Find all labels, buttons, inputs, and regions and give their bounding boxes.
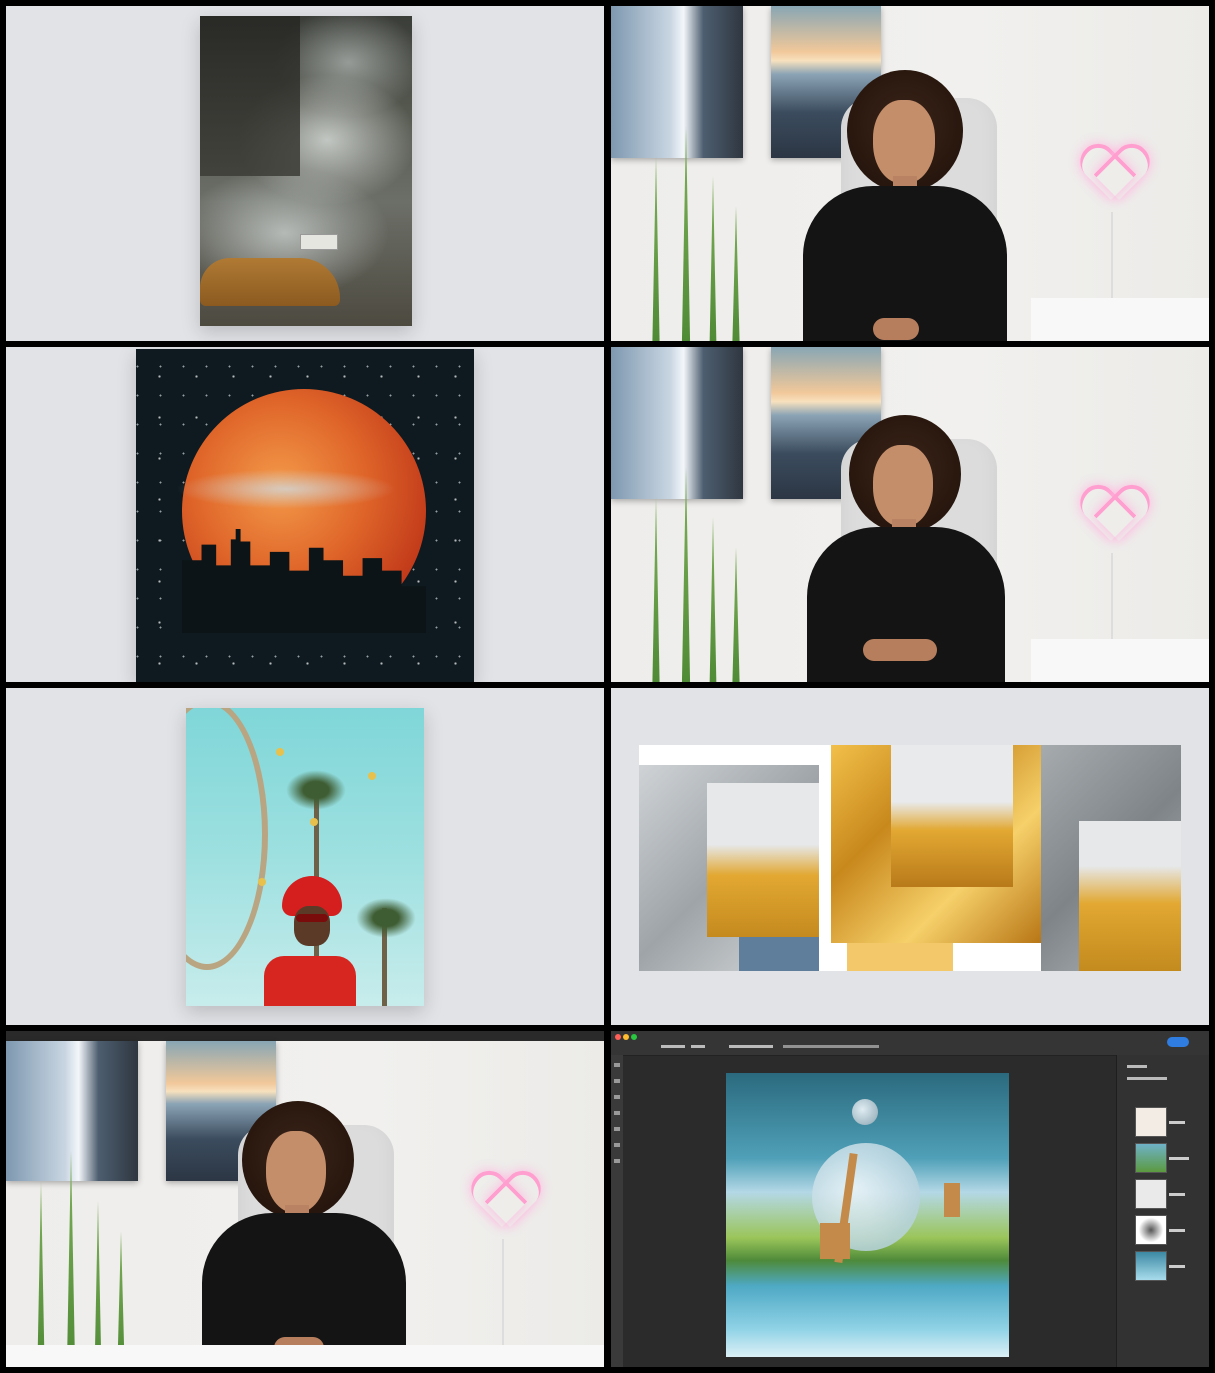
- toolbar-option[interactable]: [691, 1045, 705, 1048]
- minimize-window-icon[interactable]: [623, 1034, 629, 1040]
- brush-tool-icon[interactable]: [614, 1111, 620, 1115]
- poster-city-waterfall: [6, 1041, 138, 1181]
- plant-leaf: [709, 176, 717, 341]
- floating-ball: [310, 818, 318, 826]
- red-dress: [264, 956, 356, 1006]
- share-button[interactable]: [1167, 1037, 1189, 1047]
- plant-leaf: [37, 1181, 45, 1367]
- presenter-hands: [863, 639, 937, 661]
- street-sign: [300, 234, 338, 250]
- frame-vlog-3: [6, 1031, 604, 1367]
- small-giraffe: [944, 1183, 960, 1217]
- frame-collage: [611, 688, 1209, 1025]
- lasso-tool-icon[interactable]: [614, 1095, 620, 1099]
- presenter-hands: [873, 318, 919, 340]
- red-hat-photo: [186, 708, 424, 1006]
- blood-moon-photo: [136, 349, 474, 682]
- poster-city-waterfall: [611, 347, 743, 499]
- align-icons[interactable]: [783, 1045, 879, 1048]
- poster-city-waterfall: [611, 6, 743, 158]
- layer-name: [1169, 1157, 1189, 1160]
- layer-name: [1169, 1121, 1185, 1124]
- giraffe-body: [820, 1223, 850, 1259]
- presenter-face: [873, 445, 933, 527]
- plant-leaf: [709, 517, 717, 682]
- floating-ball: [258, 878, 266, 886]
- smoke-taxi-photo: [200, 16, 412, 326]
- select-tool-icon[interactable]: [614, 1079, 620, 1083]
- zoom-tool-icon[interactable]: [614, 1159, 620, 1163]
- layer-name: [1169, 1265, 1185, 1268]
- building: [200, 16, 300, 176]
- plant-leaf: [94, 1201, 102, 1367]
- presenter-face: [873, 100, 935, 184]
- moodboard-collage: [639, 745, 1181, 971]
- toolbar-option[interactable]: [729, 1045, 773, 1048]
- neon-heart-icon: [474, 1173, 534, 1233]
- plant-leaf: [732, 547, 740, 682]
- plant-leaf: [652, 156, 660, 341]
- presenter-face: [266, 1131, 326, 1213]
- panel-tab[interactable]: [1127, 1077, 1167, 1080]
- frame-editor: [611, 1031, 1209, 1367]
- jacket-photo-side: [707, 783, 819, 937]
- layer-moon-large[interactable]: [1135, 1215, 1167, 1245]
- top-bar: [6, 1031, 604, 1041]
- maximize-window-icon[interactable]: [631, 1034, 637, 1040]
- floating-ball: [368, 772, 376, 780]
- frame-smoke-taxi: [6, 6, 604, 341]
- plant-leaf: [652, 497, 660, 682]
- layer-moon-small[interactable]: [1135, 1179, 1167, 1209]
- palm-fronds: [356, 898, 416, 938]
- small-moon: [852, 1099, 878, 1125]
- taxi-car: [200, 258, 340, 306]
- desk: [1031, 298, 1209, 341]
- palm-fronds: [286, 770, 346, 810]
- neon-heart-icon: [1083, 487, 1143, 547]
- toolbar-option[interactable]: [661, 1045, 685, 1048]
- ferris-wheel: [186, 708, 268, 970]
- tools-panel: [611, 1055, 623, 1367]
- move-tool-icon[interactable]: [614, 1063, 620, 1067]
- plant-leaf: [681, 126, 691, 341]
- plant-leaf: [66, 1151, 76, 1367]
- sunglasses: [296, 914, 328, 922]
- jacket-photo-collar: [1079, 821, 1181, 971]
- eraser-tool-icon[interactable]: [614, 1127, 620, 1131]
- layer-name: [1169, 1229, 1185, 1232]
- layer-sky[interactable]: [1135, 1251, 1167, 1281]
- document-canvas[interactable]: [726, 1073, 1009, 1357]
- blue-swatch: [739, 937, 819, 971]
- frame-vlog-1: [611, 6, 1209, 341]
- layer-landscape[interactable]: [1135, 1143, 1167, 1173]
- editor-toolbar: [611, 1031, 1209, 1056]
- plant-leaf: [681, 467, 691, 682]
- frame-red-hat: [6, 688, 604, 1025]
- plant-leaf: [732, 206, 740, 341]
- frame-vlog-2: [611, 347, 1209, 682]
- floating-ball: [276, 748, 284, 756]
- layer-giraffe[interactable]: [1135, 1107, 1167, 1137]
- neon-cord: [502, 1239, 504, 1349]
- close-window-icon[interactable]: [615, 1034, 621, 1040]
- cloud: [176, 469, 396, 509]
- neon-heart-icon: [1083, 146, 1143, 206]
- layers-panel: [1116, 1055, 1209, 1367]
- model-face: [294, 906, 330, 946]
- desk: [6, 1345, 604, 1367]
- frame-blood-moon: [6, 347, 604, 682]
- yellow-swatch: [847, 943, 953, 971]
- jacket-photo-front: [891, 745, 1013, 887]
- text-tool-icon[interactable]: [614, 1143, 620, 1147]
- panel-tab[interactable]: [1127, 1065, 1147, 1068]
- desk: [1031, 639, 1209, 682]
- layer-name: [1169, 1193, 1185, 1196]
